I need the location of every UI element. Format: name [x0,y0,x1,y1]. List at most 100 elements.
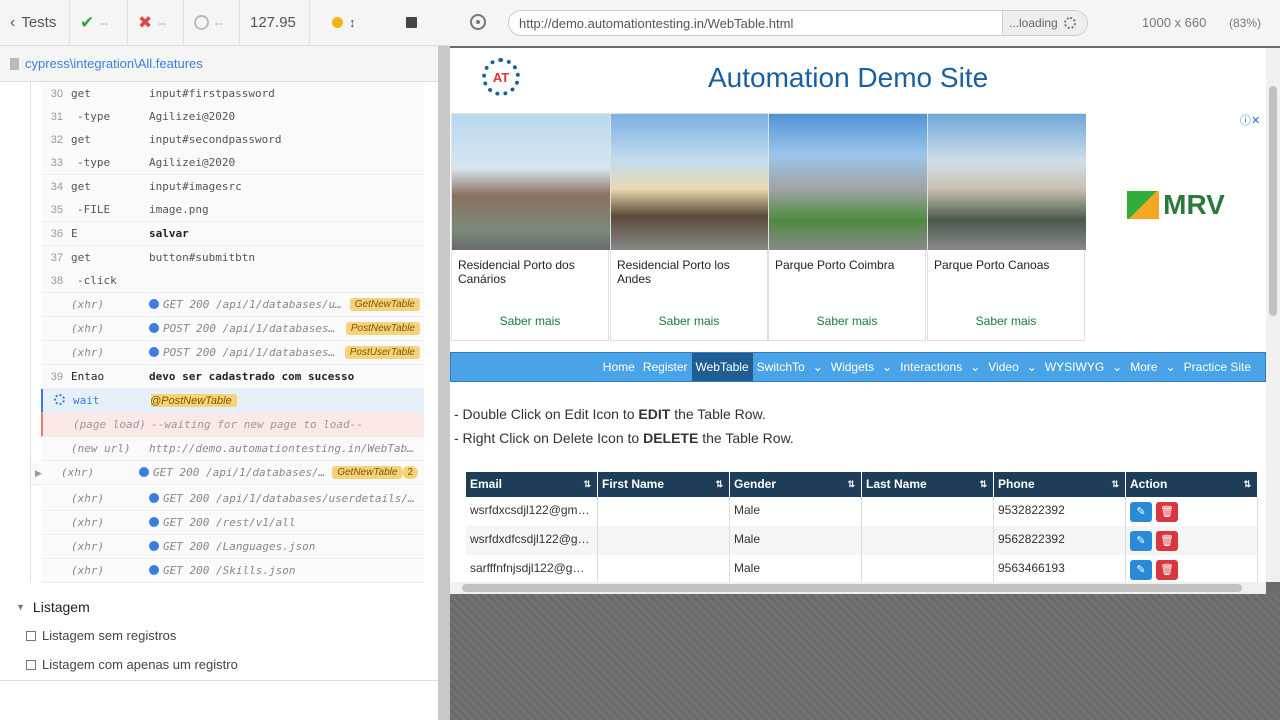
command-row-active[interactable]: wait @PostNewTable [41,389,424,413]
command-row[interactable]: (xhr) GET 200 /api/1/databases/u… GetNewTa… [41,293,424,317]
command-row[interactable]: 38 -click [41,269,424,293]
command-row[interactable]: 36 Esalvar [41,222,424,246]
alias-badge: GetNewTable [332,466,403,479]
suite-listagem: ▼ Listagem Listagem sem registros Listag… [0,592,438,679]
sort-icon[interactable]: ⇅ [979,472,987,497]
cypress-runner-panel: ‹ Tests ✔ -- ✖ -- -- 127.95 ↕ cypress\in… [0,0,450,720]
nav-item-active[interactable]: WebTable [691,353,753,381]
stop-icon [406,17,417,28]
command-row[interactable]: (xhr) GET 200 /rest/v1/all [41,511,424,535]
sort-icon[interactable]: ⇅ [715,472,723,497]
command-row[interactable]: 33 -type Agilizei@2020 [41,151,424,175]
crosshair-dot-icon [476,20,480,24]
test-item[interactable]: Listagem sem registros [0,621,438,650]
url-field[interactable]: http://demo.automationtesting.in/WebTabl… [508,10,1088,36]
delete-icon[interactable]: 🗑 [1156,560,1178,580]
delete-icon[interactable]: 🗑 [1156,502,1178,522]
brand-mark-icon [1127,191,1160,219]
command-log: 30 get input#firstpassword 31 -type Agilizei… [31,82,424,583]
command-row[interactable]: (xhr) GET 200 /api/1/databases/userdetail… [41,487,424,511]
cross-icon: ✖ [138,12,153,32]
nav-item[interactable]: Widgets [827,353,878,381]
sort-icon[interactable]: ⇅ [847,472,855,497]
ad-card[interactable]: Parque Porto Coimbra Saber mais [768,113,927,341]
viewport-background [450,594,1280,720]
command-row[interactable]: 34 get input#imagesrc [41,175,424,199]
nav-item[interactable]: Interactions [896,353,966,381]
column-header[interactable]: Gender ⇅ [730,472,862,497]
ad-image [928,114,1086,250]
test-item[interactable]: Listagem com apenas um registro [0,650,438,679]
site-logo[interactable]: AT [482,58,520,96]
alias-badge: GetNewTable [349,298,420,311]
vertical-scrollbar[interactable] [1266,48,1280,582]
panel-resize-handle[interactable] [438,46,450,720]
scroll-toggle-icon[interactable]: ↕ [349,15,356,30]
nav-item[interactable]: Home [599,353,639,381]
command-row[interactable]: (xhr) POST 200 /api/1/databases… PostNewTa… [41,317,424,341]
sort-icon[interactable]: ⇅ [1243,472,1251,497]
ad-card[interactable]: Residencial Porto dos Canários Saber mai… [451,113,610,341]
command-row[interactable]: 35 -FILE image.png [41,198,424,222]
cell-first-name [598,497,730,526]
scroll-thumb[interactable] [1269,86,1277,316]
app-viewport: AT Automation Demo Site Residencial Port… [450,48,1266,594]
runner-footer [0,680,438,720]
cell-phone: 9532822392 [994,497,1126,526]
sort-icon[interactable]: ⇅ [583,472,591,497]
nav-item[interactable]: Register [639,353,692,381]
tests-button[interactable]: ‹ Tests [0,0,70,46]
column-header[interactable]: Last Name ⇅ [862,472,994,497]
ad-info-icon[interactable]: ⓘ✕ [1240,112,1260,128]
viewport-size[interactable]: 1000 x 660 [1142,15,1206,30]
command-row[interactable]: 37 get button#submitbtn [41,246,424,270]
table-row: wsrfdxdfcsdjl122@g… Male 9562822392 ✎ 🗑 [466,526,1258,555]
ad-image [452,114,610,250]
sort-icon[interactable]: ⇅ [1111,472,1119,497]
column-header[interactable]: Phone ⇅ [994,472,1126,497]
nav-item[interactable]: Practice Site [1180,353,1255,381]
alias-badge: PostNewTable [345,322,420,335]
failed-count: ✖ -- [128,0,184,46]
cell-last-name [862,526,994,555]
alias-count-badge: 2 [402,466,418,479]
ad-brand[interactable]: MRV [1088,113,1264,297]
nav-item[interactable]: Video [984,353,1022,381]
command-row[interactable]: 32 get input#secondpassword [41,128,424,152]
chevron-down-icon: ⌄ [970,360,981,374]
delete-icon[interactable]: 🗑 [1156,531,1178,551]
xhr-dot-icon [149,517,159,527]
column-header[interactable]: First Name ⇅ [598,472,730,497]
scroll-thumb[interactable] [462,584,1242,592]
status-controls: ↕ [310,0,382,46]
ad-card[interactable]: Parque Porto Canoas Saber mais [927,113,1086,341]
edit-icon[interactable]: ✎ [1130,502,1152,522]
command-row-group[interactable]: ▶ (xhr) GET 200 /api/1/databases/… GetNewTa… [31,461,424,485]
tests-label: Tests [21,14,57,31]
column-header[interactable]: Action ⇅ [1126,472,1258,497]
command-row[interactable]: (xhr) GET 200 /Skills.json [41,559,424,583]
edit-icon[interactable]: ✎ [1130,531,1152,551]
spec-bar: cypress\integration\All.features [0,46,438,82]
cell-action: ✎ 🗑 [1126,555,1258,584]
stop-button[interactable] [382,0,427,46]
nav-item[interactable]: More [1126,353,1161,381]
command-row[interactable]: (xhr) POST 200 /api/1/databases… PostUserT… [41,341,424,365]
instruction-delete: - Right Click on Delete Icon to DELETE t… [454,430,794,446]
command-row-page-load[interactable]: (page load) --waiting for new page to loa… [41,413,424,437]
ad-card[interactable]: Residencial Porto los Andes Saber mais [610,113,769,341]
horizontal-scrollbar[interactable] [450,582,1266,594]
column-header[interactable]: Email ⇅ [466,472,598,497]
nav-item[interactable]: SwitchTo [753,353,809,381]
command-row[interactable]: (xhr) GET 200 /Languages.json [41,535,424,559]
command-row[interactable]: 31 -type Agilizei@2020 [41,105,424,129]
edit-icon[interactable]: ✎ [1130,560,1152,580]
cell-email: sarfffnfnjsdjl122@gm… [466,555,598,584]
spec-path[interactable]: cypress\integration\All.features [25,56,203,71]
command-row[interactable]: 39 Entao devo ser cadastrado com sucesso [41,365,424,389]
suite-title[interactable]: ▼ Listagem [0,592,438,621]
cell-phone: 9563466193 [994,555,1126,584]
command-row[interactable]: (new url) http://demo.automationtesting.i… [41,437,424,461]
command-row[interactable]: 30 get input#firstpassword [41,82,424,106]
nav-item[interactable]: WYSIWYG [1041,353,1108,381]
